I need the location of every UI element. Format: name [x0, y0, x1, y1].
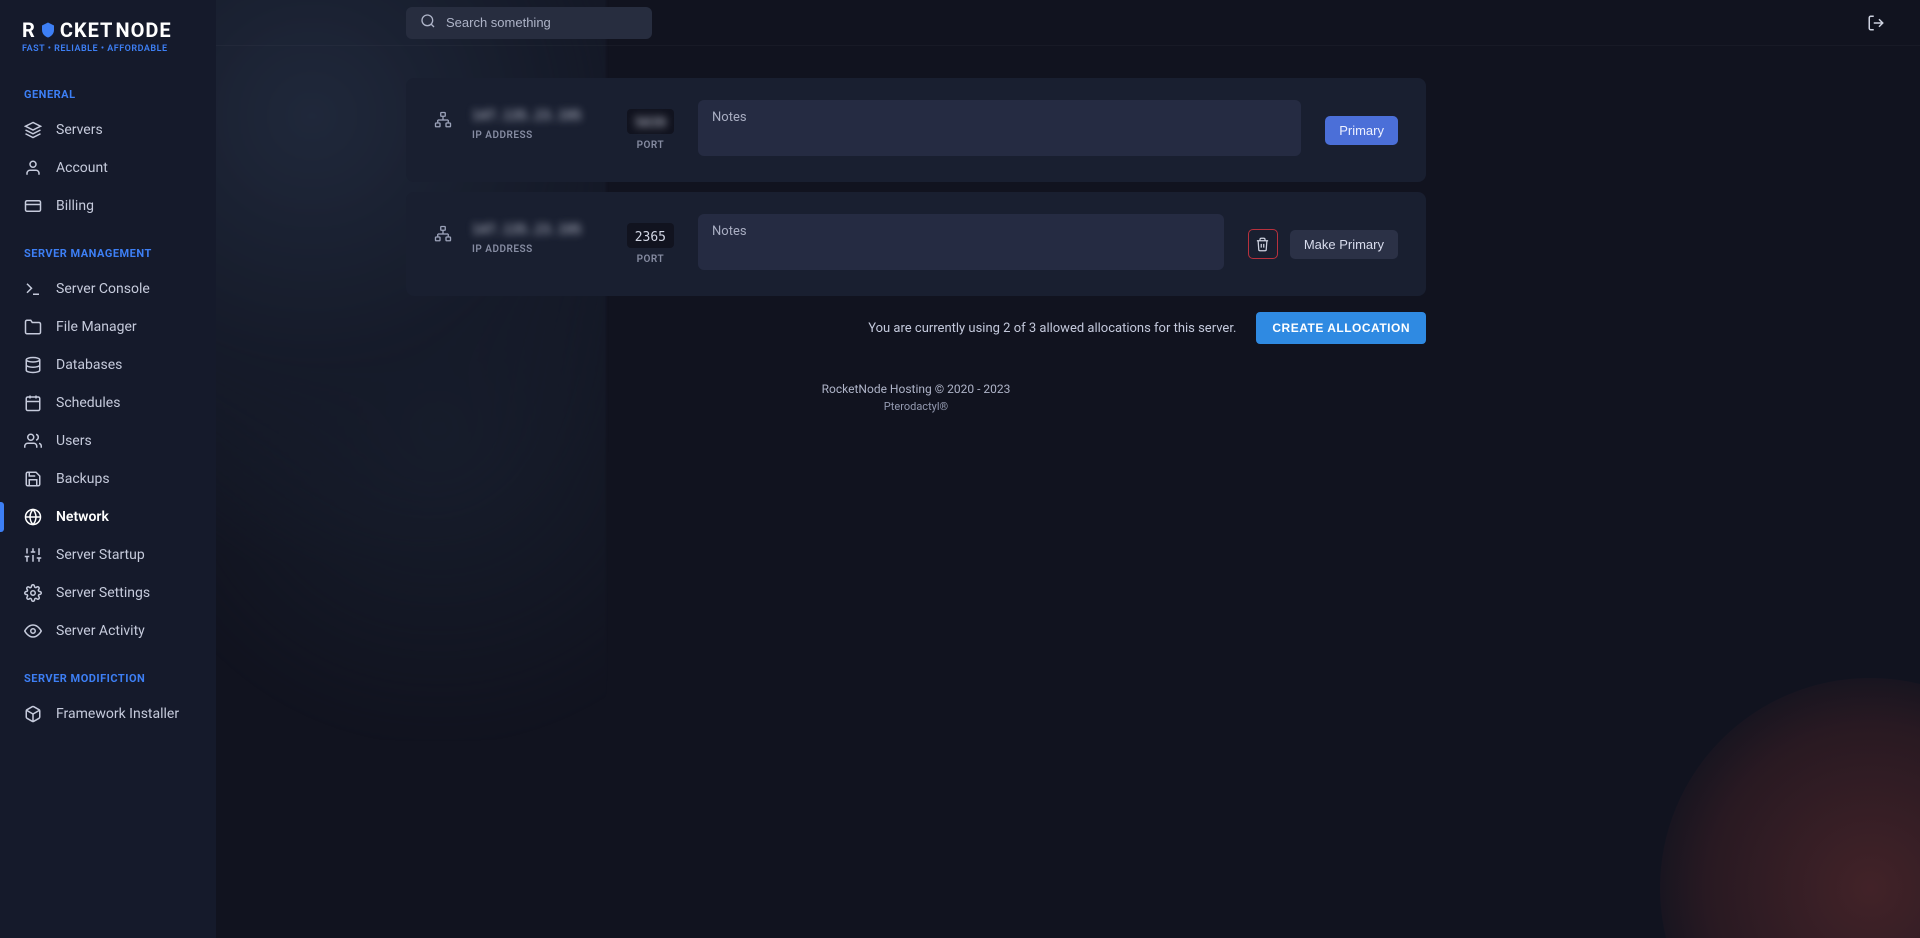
allocation-usage-text: You are currently using 2 of 3 allowed a… [868, 321, 1236, 336]
globe-icon [24, 508, 42, 526]
notes-input[interactable] [698, 214, 1224, 270]
sidebar-item-label: Server Settings [56, 585, 150, 601]
search-box[interactable] [406, 7, 652, 39]
ip-address-label: IP ADDRESS [472, 244, 582, 255]
sidebar-item-server-settings[interactable]: Server Settings [0, 574, 216, 612]
delete-allocation-button[interactable] [1248, 229, 1278, 259]
content: 147.135.23.195IP ADDRESS5039PORTPrimary1… [216, 46, 1920, 938]
layers-icon [24, 121, 42, 139]
notes-input[interactable] [698, 100, 1301, 156]
sidebar: R CKET NODE FAST • RELIABLE • AFFORDABLE… [0, 0, 216, 938]
users-icon [24, 432, 42, 450]
port-value: 2365 [635, 230, 666, 245]
allocation-row: 147.135.23.195 IP ADDRESS 5039 PORT Primary [406, 78, 1426, 182]
card-icon [24, 197, 42, 215]
make-primary-button[interactable]: Make Primary [1290, 230, 1398, 259]
settings-icon [24, 584, 42, 602]
footer-copyright: RocketNode Hosting © 2020 - 2023 [406, 382, 1426, 396]
network-icon [434, 225, 452, 243]
footer-powered-by: Pterodactyl® [406, 400, 1426, 413]
logo-text-2: CKET [60, 18, 114, 42]
logo-text-3: NODE [115, 18, 171, 42]
port-value: 5039 [635, 116, 666, 131]
sidebar-item-label: File Manager [56, 319, 137, 335]
calendar-icon [24, 394, 42, 412]
sidebar-item-label: Network [56, 509, 109, 525]
sidebar-item-label: Servers [56, 122, 103, 138]
ip-address-label: IP ADDRESS [472, 130, 582, 141]
sidebar-item-label: Backups [56, 471, 110, 487]
nav-section-title: SERVER MANAGEMENT [0, 225, 216, 270]
sliders-icon [24, 546, 42, 564]
sidebar-item-network[interactable]: Network [0, 498, 216, 536]
sidebar-item-framework-installer[interactable]: Framework Installer [0, 695, 216, 733]
logout-button[interactable] [1860, 7, 1892, 39]
search-icon [420, 13, 436, 33]
box-icon [24, 705, 42, 723]
folder-icon [24, 318, 42, 336]
sidebar-item-label: Databases [56, 357, 122, 373]
sidebar-item-label: Server Startup [56, 547, 145, 563]
sidebar-item-label: Billing [56, 198, 94, 214]
eye-icon [24, 622, 42, 640]
primary-badge: Primary [1325, 116, 1398, 145]
sidebar-item-label: Server Console [56, 281, 150, 297]
logo-text-1: R [22, 18, 36, 42]
sidebar-item-label: Framework Installer [56, 706, 179, 722]
sidebar-item-label: Server Activity [56, 623, 145, 639]
port-label: PORT [637, 140, 665, 151]
ip-address-value: 147.135.23.195 [472, 223, 582, 238]
logo-tagline: FAST • RELIABLE • AFFORDABLE [22, 44, 194, 54]
logo[interactable]: R CKET NODE FAST • RELIABLE • AFFORDABLE [0, 0, 216, 66]
sidebar-item-users[interactable]: Users [0, 422, 216, 460]
ip-address-value: 147.135.23.195 [472, 109, 582, 124]
nav-section-title: SERVER MODIFICTION [0, 650, 216, 695]
sidebar-item-backups[interactable]: Backups [0, 460, 216, 498]
sidebar-item-databases[interactable]: Databases [0, 346, 216, 384]
search-input[interactable] [446, 15, 638, 30]
sidebar-item-servers[interactable]: Servers [0, 111, 216, 149]
terminal-icon [24, 280, 42, 298]
sidebar-item-account[interactable]: Account [0, 149, 216, 187]
network-icon [434, 111, 452, 129]
port-label: PORT [637, 254, 665, 265]
sidebar-item-server-console[interactable]: Server Console [0, 270, 216, 308]
nav-section-title: GENERAL [0, 66, 216, 111]
sidebar-item-label: Users [56, 433, 92, 449]
database-icon [24, 356, 42, 374]
sidebar-item-schedules[interactable]: Schedules [0, 384, 216, 422]
sidebar-item-label: Schedules [56, 395, 120, 411]
create-allocation-button[interactable]: CREATE ALLOCATION [1256, 312, 1426, 344]
allocation-row: 147.135.23.195 IP ADDRESS 2365 PORT Make Pri… [406, 192, 1426, 296]
sidebar-item-billing[interactable]: Billing [0, 187, 216, 225]
page-footer: RocketNode Hosting © 2020 - 2023 Pteroda… [406, 382, 1426, 413]
sidebar-item-file-manager[interactable]: File Manager [0, 308, 216, 346]
sidebar-item-server-activity[interactable]: Server Activity [0, 612, 216, 650]
user-icon [24, 159, 42, 177]
logo-shield-icon [39, 21, 57, 39]
allocation-footer: You are currently using 2 of 3 allowed a… [406, 312, 1426, 344]
topbar [216, 0, 1920, 46]
sidebar-item-server-startup[interactable]: Server Startup [0, 536, 216, 574]
sidebar-item-label: Account [56, 160, 108, 176]
main: 147.135.23.195IP ADDRESS5039PORTPrimary1… [216, 0, 1920, 938]
save-icon [24, 470, 42, 488]
